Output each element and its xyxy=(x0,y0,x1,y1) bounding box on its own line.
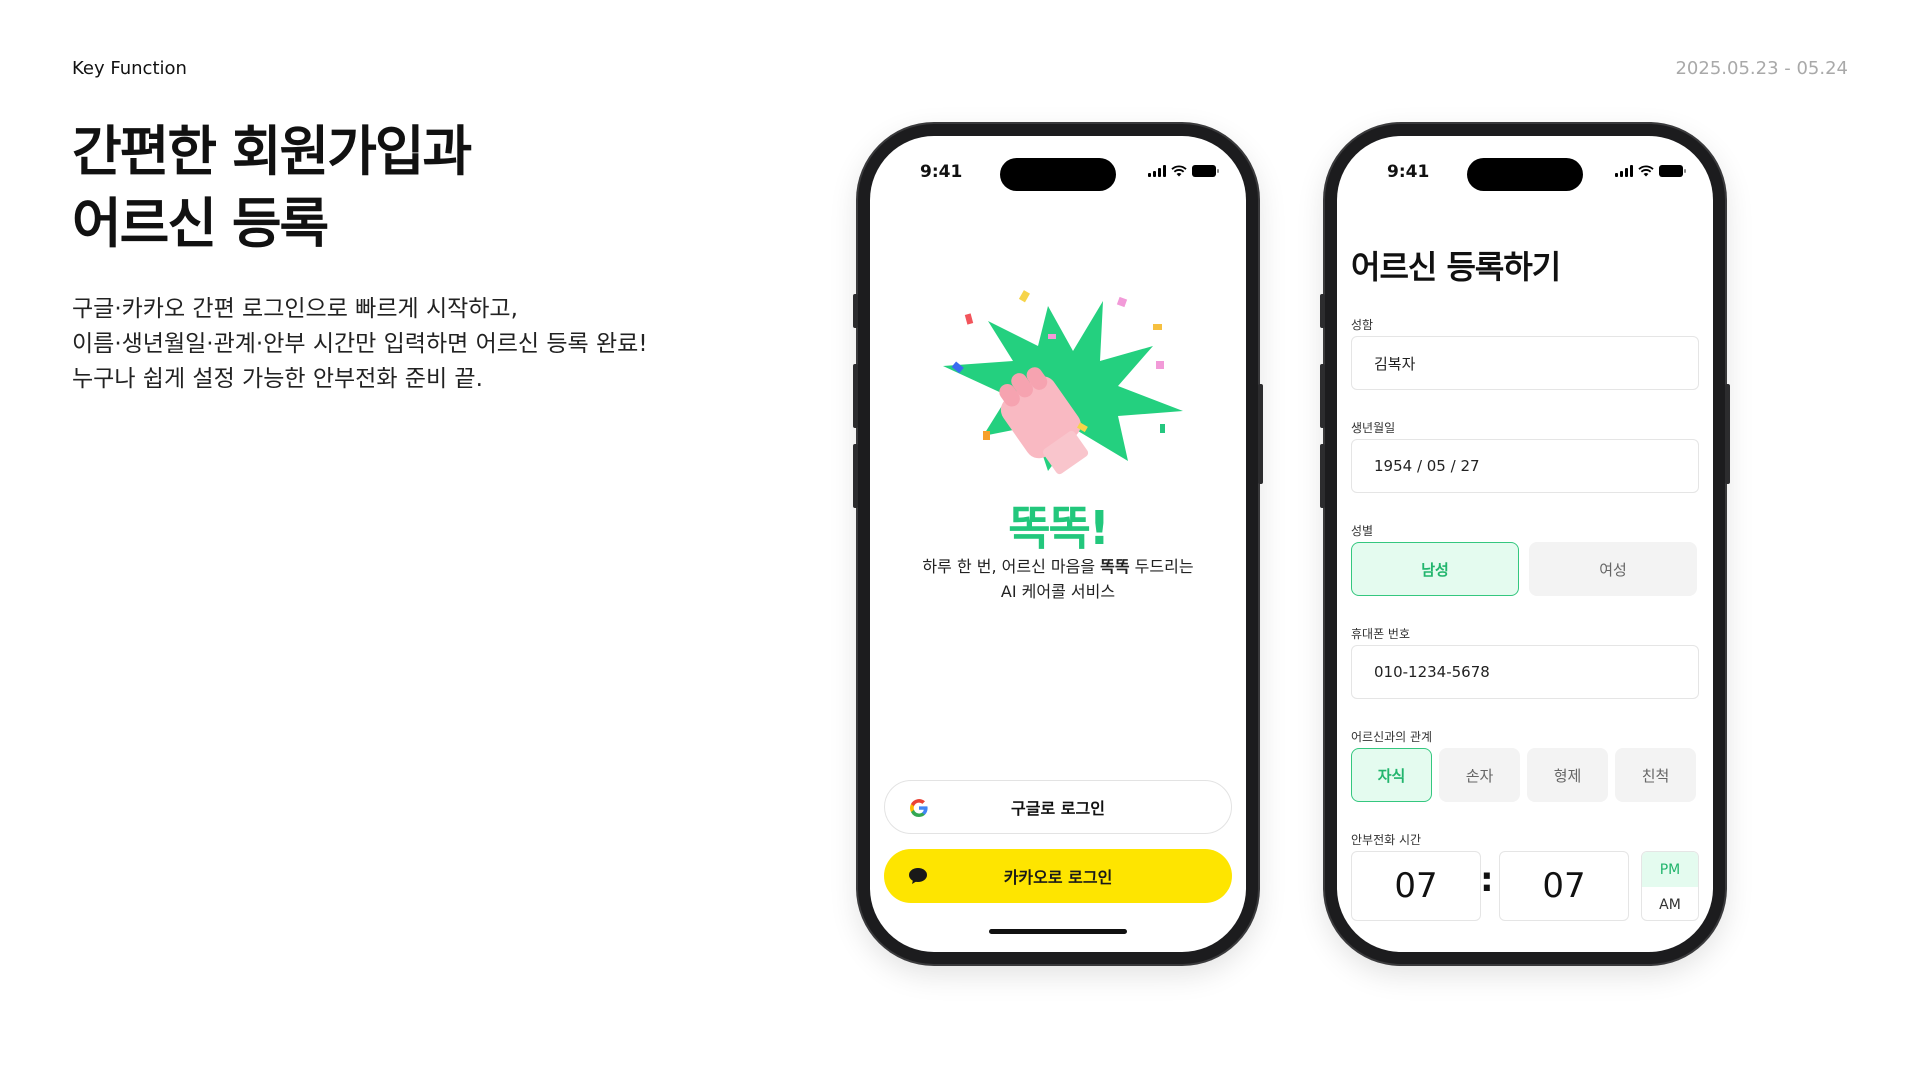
status-time: 9:41 xyxy=(920,162,963,182)
name-field[interactable]: 김복자 xyxy=(1351,336,1699,390)
home-indicator xyxy=(989,929,1127,934)
wifi-icon xyxy=(1638,165,1654,177)
tagline-bold: 똑똑 xyxy=(1100,557,1130,576)
status-icons xyxy=(1148,165,1219,177)
wifi-icon xyxy=(1171,165,1187,177)
power-button xyxy=(1725,384,1730,484)
tagline-pre: 하루 한 번, 어르신 마음을 xyxy=(922,557,1101,576)
gender-label: 성별 xyxy=(1351,524,1374,538)
phone-field[interactable]: 010-1234-5678 xyxy=(1351,645,1699,699)
kakao-login-label: 카카오로 로그인 xyxy=(1003,868,1113,887)
dynamic-island xyxy=(1467,158,1583,191)
headline-line-1: 간편한 회원가입과 xyxy=(72,120,472,183)
relation-grandchild-option[interactable]: 손자 xyxy=(1439,748,1520,802)
status-bar: 9:41 xyxy=(1337,158,1713,191)
phone-label: 휴대폰 번호 xyxy=(1351,627,1411,641)
phone-login-mockup: 9:41 똑똑! 하루 한 번, 어르신 마음을 똑똑 두드리는 AI 케어콜 … xyxy=(853,124,1263,964)
kakao-chat-icon xyxy=(909,868,927,884)
phone-value: 010-1234-5678 xyxy=(1374,663,1490,681)
battery-icon xyxy=(1659,165,1686,177)
ampm-toggle: PM AM xyxy=(1641,851,1699,921)
brand-logo: 똑똑! xyxy=(1008,501,1110,555)
tagline-post: 두드리는 xyxy=(1129,557,1194,576)
phone-register-mockup: 9:41 어르신 등록하기 성함 김복자 생년월일 1954 / 05 / 27… xyxy=(1320,124,1730,964)
time-separator: : xyxy=(1480,860,1494,900)
google-login-label: 구글로 로그인 xyxy=(1011,799,1105,818)
tagline: 하루 한 번, 어르신 마음을 똑똑 두드리는 AI 케어콜 서비스 xyxy=(870,554,1246,604)
birth-label: 생년월일 xyxy=(1351,421,1396,435)
hour-picker[interactable]: 07 xyxy=(1351,851,1481,921)
knock-illustration-icon xyxy=(943,290,1183,475)
status-icons xyxy=(1615,165,1686,177)
headline: 간편한 회원가입과 어르신 등록 xyxy=(72,116,472,260)
hour-value: 07 xyxy=(1394,866,1438,906)
gender-male-option[interactable]: 남성 xyxy=(1351,542,1519,596)
description-line-2: 이름·생년월일·관계·안부 시간만 입력하면 어르신 등록 완료! xyxy=(72,331,648,357)
status-bar: 9:41 xyxy=(870,158,1246,191)
power-button xyxy=(1258,384,1263,484)
birth-value: 1954 / 05 / 27 xyxy=(1374,457,1480,475)
volume-up-button xyxy=(1320,364,1325,428)
relation-label: 어르신과의 관계 xyxy=(1351,730,1433,744)
signal-icon xyxy=(1615,165,1633,177)
google-login-button[interactable]: 구글로 로그인 xyxy=(884,780,1232,834)
volume-down-button xyxy=(1320,444,1325,508)
birth-field[interactable]: 1954 / 05 / 27 xyxy=(1351,439,1699,493)
battery-icon xyxy=(1192,165,1219,177)
login-screen: 9:41 똑똑! 하루 한 번, 어르신 마음을 똑똑 두드리는 AI 케어콜 … xyxy=(870,136,1246,952)
relation-child-option[interactable]: 자식 xyxy=(1351,748,1432,802)
relation-relative-option[interactable]: 친척 xyxy=(1615,748,1696,802)
name-label: 성함 xyxy=(1351,318,1374,332)
description-line-1: 구글·카카오 간편 로그인으로 빠르게 시작하고, xyxy=(72,296,518,322)
kakao-login-button[interactable]: 카카오로 로그인 xyxy=(884,849,1232,903)
tagline-line-1: 하루 한 번, 어르신 마음을 똑똑 두드리는 xyxy=(870,554,1246,579)
date-range: 2025.05.23 - 05.24 xyxy=(1675,58,1848,79)
minute-value: 07 xyxy=(1542,866,1586,906)
call-time-label: 안부전화 시간 xyxy=(1351,833,1422,847)
volume-down-button xyxy=(853,444,858,508)
volume-up-button xyxy=(853,364,858,428)
register-screen: 9:41 어르신 등록하기 성함 김복자 생년월일 1954 / 05 / 27… xyxy=(1337,136,1713,952)
form-title: 어르신 등록하기 xyxy=(1351,248,1561,286)
status-time: 9:41 xyxy=(1387,162,1430,182)
gender-female-option[interactable]: 여성 xyxy=(1529,542,1697,596)
am-option[interactable]: AM xyxy=(1642,887,1698,920)
dynamic-island xyxy=(1000,158,1116,191)
signal-icon xyxy=(1148,165,1166,177)
google-icon xyxy=(910,799,928,817)
description: 구글·카카오 간편 로그인으로 빠르게 시작하고, 이름·생년월일·관계·안부 … xyxy=(72,292,648,397)
headline-line-2: 어르신 등록 xyxy=(72,192,329,255)
minute-picker[interactable]: 07 xyxy=(1499,851,1629,921)
name-value: 김복자 xyxy=(1374,354,1416,373)
section-label: Key Function xyxy=(72,58,187,79)
tagline-line-2: AI 케어콜 서비스 xyxy=(1000,582,1116,601)
pm-option[interactable]: PM xyxy=(1642,852,1698,887)
action-button xyxy=(853,294,858,328)
relation-sibling-option[interactable]: 형제 xyxy=(1527,748,1608,802)
description-line-3: 누구나 쉽게 설정 가능한 안부전화 준비 끝. xyxy=(72,366,483,392)
action-button xyxy=(1320,294,1325,328)
